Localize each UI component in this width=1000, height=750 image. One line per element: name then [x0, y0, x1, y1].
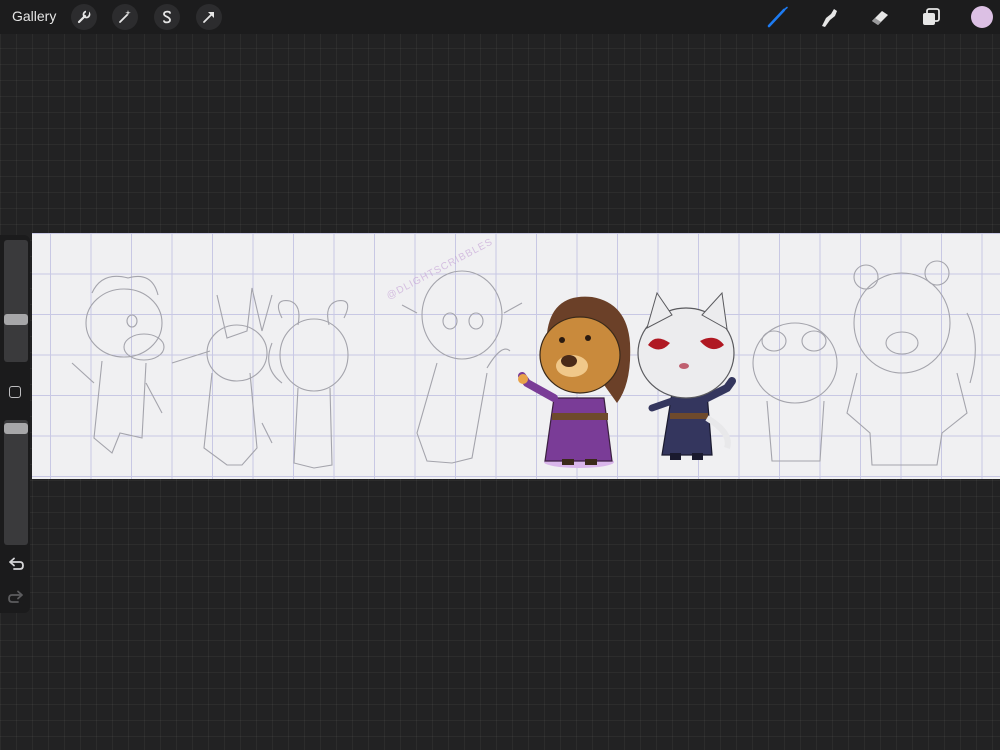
eraser-tool-button[interactable] — [867, 5, 893, 29]
layers-icon — [923, 8, 940, 25]
selection-button[interactable] — [154, 4, 180, 30]
colored-lion-character — [518, 296, 631, 468]
adjustments-button[interactable] — [112, 4, 138, 30]
top-toolbar: Gallery — [0, 0, 1000, 34]
brush-tool-button[interactable] — [765, 5, 791, 29]
opacity-slider[interactable] — [4, 420, 28, 545]
color-swatch[interactable] — [971, 6, 993, 28]
sketch-ram-character — [268, 300, 349, 469]
sketch-anubis-character — [171, 287, 273, 466]
wrench-icon — [77, 10, 91, 24]
character-lineup-artwork — [71, 260, 976, 469]
modify-button[interactable] — [9, 386, 21, 398]
colored-white-cat-character — [637, 291, 736, 460]
transform-button[interactable] — [196, 4, 222, 30]
gallery-button[interactable]: Gallery — [12, 8, 56, 24]
smudge-tool-button[interactable] — [816, 5, 842, 29]
brush-icon — [767, 6, 788, 28]
eraser-icon — [872, 11, 888, 25]
left-sidebar — [0, 235, 30, 613]
sketch-bull-character — [71, 275, 165, 454]
redo-icon[interactable] — [7, 589, 25, 607]
magic-wand-icon — [119, 10, 131, 23]
sketch-elf-character — [401, 270, 523, 464]
opacity-handle[interactable] — [4, 423, 28, 434]
layers-button[interactable] — [918, 5, 944, 29]
sketch-frog-character — [752, 322, 838, 462]
sketch-bear-character — [846, 260, 976, 466]
brush-size-slider[interactable] — [4, 240, 28, 362]
selection-s-icon — [163, 10, 171, 24]
actions-button[interactable] — [71, 4, 97, 30]
drawing-canvas[interactable]: @DLIGHTSCRIBBLES — [32, 233, 1000, 479]
brush-size-handle[interactable] — [4, 314, 28, 325]
smudge-icon — [822, 9, 837, 27]
transform-arrow-icon — [203, 12, 214, 23]
undo-icon[interactable] — [7, 556, 25, 574]
